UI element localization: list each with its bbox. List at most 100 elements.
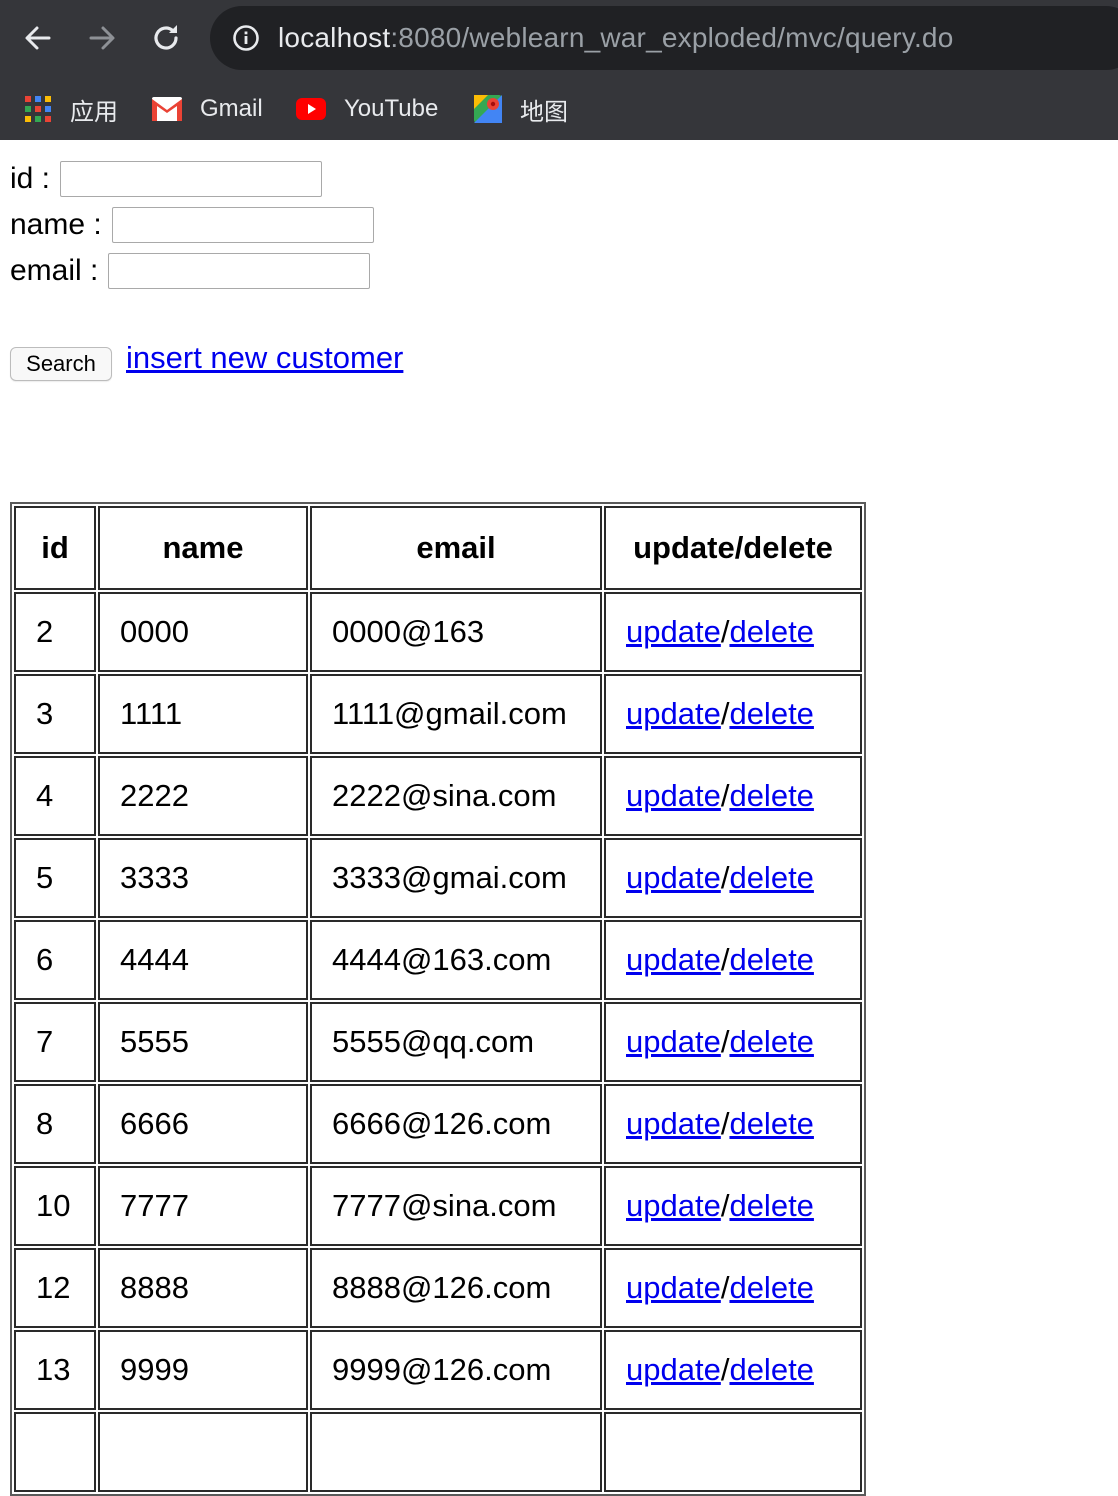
table-body: 2 0000 0000@163 update/delete 3 1111 1111@gmai… [14, 592, 862, 1492]
cell-email: 4444@163.com [310, 920, 602, 1000]
delete-link[interactable]: delete [729, 778, 813, 813]
cell-name: 3333 [98, 838, 308, 918]
cell-id: 4 [14, 756, 96, 836]
bookmark-label: 地图 [520, 98, 568, 126]
delete-link[interactable]: delete [729, 1024, 813, 1059]
update-link[interactable]: update [626, 942, 721, 977]
update-link[interactable]: update [626, 1188, 721, 1223]
cell-email: 5555@qq.com [310, 1002, 602, 1082]
bookmark-youtube[interactable]: YouTube [296, 86, 438, 132]
delete-link[interactable]: delete [729, 1106, 813, 1141]
table-row: 4 2222 2222@sina.com update/delete [14, 756, 862, 836]
cell-id: 3 [14, 674, 96, 754]
cell-id: 12 [14, 1248, 96, 1328]
table-row [14, 1412, 862, 1492]
cell-email: 3333@gmai.com [310, 838, 602, 918]
forward-arrow-icon [89, 26, 115, 50]
header-id: id [14, 506, 96, 590]
bookmarks-bar: 应用 Gmail YouTube 地图 [0, 78, 1118, 140]
delete-link[interactable]: delete [729, 942, 813, 977]
table-row: 2 0000 0000@163 update/delete [14, 592, 862, 672]
header-email: email [310, 506, 602, 590]
cell-id: 5 [14, 838, 96, 918]
email-input[interactable] [108, 253, 371, 289]
name-label: name : [10, 208, 102, 241]
cell-email: 9999@126.com [310, 1330, 602, 1410]
table-row: 3 1111 1111@gmail.com update/delete [14, 674, 862, 754]
cell-email: 2222@sina.com [310, 756, 602, 836]
bookmark-apps[interactable]: 应用 [24, 86, 118, 132]
update-link[interactable]: update [626, 1106, 721, 1141]
cell-email: 8888@126.com [310, 1248, 602, 1328]
cell-actions: update/delete [604, 1248, 862, 1328]
cell-actions: update/delete [604, 1002, 862, 1082]
table-row: 5 3333 3333@gmai.com update/delete [14, 838, 862, 918]
back-button[interactable] [14, 14, 62, 62]
cell-name: 2222 [98, 756, 308, 836]
insert-customer-link[interactable]: insert new customer [126, 340, 403, 376]
cell-name: 1111 [98, 674, 308, 754]
cell-actions: update/delete [604, 1084, 862, 1164]
header-name: name [98, 506, 308, 590]
update-link[interactable]: update [626, 860, 721, 895]
cell-email: 7777@sina.com [310, 1166, 602, 1246]
cell-id: 10 [14, 1166, 96, 1246]
delete-link[interactable]: delete [729, 860, 813, 895]
apps-grid-icon [25, 96, 51, 122]
cell-id: 13 [14, 1330, 96, 1410]
cell-id: 8 [14, 1084, 96, 1164]
delete-link[interactable]: delete [729, 696, 813, 731]
delete-link[interactable]: delete [729, 614, 813, 649]
bookmark-label: 应用 [70, 98, 118, 126]
id-input[interactable] [60, 161, 323, 197]
url-host: localhost [278, 22, 391, 53]
update-link[interactable]: update [626, 614, 721, 649]
info-icon[interactable] [232, 24, 260, 52]
cell-name: 0000 [98, 592, 308, 672]
update-link[interactable]: update [626, 778, 721, 813]
update-link[interactable]: update [626, 1352, 721, 1387]
table-row: 7 5555 5555@qq.com update/delete [14, 1002, 862, 1082]
cell-id [14, 1412, 96, 1492]
url-text[interactable]: localhost:8080/weblearn_war_exploded/mvc… [278, 22, 953, 54]
table-header-row: id name email update/delete [14, 506, 862, 590]
cell-actions [604, 1412, 862, 1492]
cell-name: 7777 [98, 1166, 308, 1246]
email-label: email : [10, 254, 99, 287]
update-link[interactable]: update [626, 1270, 721, 1305]
cell-actions: update/delete [604, 1166, 862, 1246]
table-row: 8 6666 6666@126.com update/delete [14, 1084, 862, 1164]
table-row: 13 9999 9999@126.com update/delete [14, 1330, 862, 1410]
cell-name [98, 1412, 308, 1492]
delete-link[interactable]: delete [729, 1188, 813, 1223]
email-form-row: email : [10, 250, 371, 292]
bookmark-label: Gmail [200, 95, 263, 122]
cell-name: 4444 [98, 920, 308, 1000]
cell-name: 5555 [98, 1002, 308, 1082]
page-content: id : name : email : Search insert new cu… [0, 140, 1118, 1496]
maps-icon [474, 95, 502, 123]
table-row: 6 4444 4444@163.com update/delete [14, 920, 862, 1000]
delete-link[interactable]: delete [729, 1352, 813, 1387]
cell-name: 8888 [98, 1248, 308, 1328]
id-label: id : [10, 162, 51, 195]
customers-table: id name email update/delete 2 0000 0000@16… [10, 502, 866, 1496]
id-form-row: id : [10, 158, 323, 200]
update-link[interactable]: update [626, 696, 721, 731]
address-bar[interactable]: localhost:8080/weblearn_war_exploded/mvc… [210, 6, 1118, 70]
table-row: 12 8888 8888@126.com update/delete [14, 1248, 862, 1328]
bookmark-maps[interactable]: 地图 [474, 86, 568, 132]
browser-chrome: localhost:8080/weblearn_war_exploded/mvc… [0, 0, 1118, 140]
search-button[interactable]: Search [10, 347, 112, 381]
cell-email [310, 1412, 602, 1492]
name-input[interactable] [111, 207, 374, 243]
gmail-icon [152, 97, 182, 121]
bookmark-gmail[interactable]: Gmail [152, 86, 263, 132]
update-link[interactable]: update [626, 1024, 721, 1059]
forward-button[interactable] [78, 14, 126, 62]
cell-email: 0000@163 [310, 592, 602, 672]
name-form-row: name : [10, 204, 374, 246]
reload-button[interactable] [142, 14, 190, 62]
delete-link[interactable]: delete [729, 1270, 813, 1305]
youtube-icon [296, 98, 326, 120]
